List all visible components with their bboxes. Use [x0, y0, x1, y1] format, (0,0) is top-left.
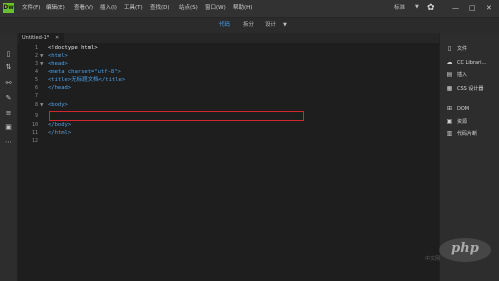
link-tool-icon[interactable]: ⚯ — [4, 79, 13, 88]
maximize-button[interactable]: □ — [469, 1, 476, 15]
line-number: 3 — [34, 61, 38, 67]
code-text: <body> — [48, 102, 68, 108]
watermark-subtext: 中文网 — [425, 256, 441, 262]
indent-tool-icon[interactable]: ≡ — [4, 109, 13, 118]
sort-tool-icon[interactable]: ⇅ — [4, 63, 13, 72]
menu-edit[interactable]: 编辑(E) — [46, 0, 65, 17]
menu-help[interactable]: 帮助(H) — [233, 0, 252, 17]
code-text: </body> — [48, 122, 72, 128]
brush-tool-icon[interactable]: ✎ — [4, 94, 13, 103]
panel-item-files[interactable]: ▯ 文件 — [440, 44, 499, 54]
menu-bar: Dw 文件(F) 编辑(E) 查看(V) 插入(I) 工具(T) 查找(D) 站… — [0, 0, 499, 18]
panel-item-assets[interactable]: ▣ 资源 — [440, 117, 499, 127]
close-window-button[interactable]: ✕ — [486, 1, 492, 15]
document-tab[interactable]: Untitled-1* ✕ — [19, 33, 64, 43]
mode-code-button[interactable]: 代码 — [219, 18, 230, 33]
panel-item-label: 资源 — [457, 119, 468, 125]
panel-item-dom[interactable]: ⊞ DOM — [440, 104, 499, 114]
chevron-down-icon[interactable]: ▼ — [415, 4, 419, 10]
panel-item-cc-libraries[interactable]: ☁ CC Librari... — [440, 58, 499, 68]
layout-selector[interactable]: 标准 — [394, 0, 405, 17]
more-tools-icon[interactable]: ⋯ — [4, 138, 13, 147]
panel-item-label: CSS 设计器 — [457, 86, 484, 92]
menu-file[interactable]: 文件(F) — [22, 0, 40, 17]
line-number: 2 — [34, 53, 38, 59]
code-text: <title>无标题文档</title> — [48, 77, 126, 83]
code-line: 4 <meta charset="utf-8"> — [18, 69, 439, 76]
code-text: </html> — [48, 130, 72, 136]
menu-find[interactable]: 查找(D) — [150, 0, 170, 17]
mode-split-button[interactable]: 拆分 — [243, 18, 254, 33]
line-number: 10 — [31, 122, 38, 128]
file-icon: ▯ — [447, 45, 452, 52]
code-line: 5 <title>无标题文档</title> — [18, 77, 439, 84]
line-number: 11 — [31, 130, 38, 136]
app-logo-icon: Dw — [3, 3, 14, 13]
panel-item-label: DOM — [457, 106, 470, 112]
assets-icon: ▣ — [446, 118, 453, 125]
minimize-button[interactable]: — — [452, 1, 459, 15]
code-text: <!doctype html> — [48, 45, 98, 51]
fold-arrow-icon[interactable]: ▼ — [40, 53, 43, 60]
fold-arrow-icon[interactable]: ▼ — [40, 61, 43, 68]
code-text: <html> — [48, 53, 68, 59]
code-line: 7 — [18, 93, 439, 100]
close-icon[interactable]: ✕ — [55, 33, 59, 43]
document-tab-bar: Untitled-1* ✕ — [18, 33, 439, 43]
format-tool-icon[interactable]: ▣ — [4, 123, 13, 132]
line-number: 9 — [34, 113, 38, 119]
mode-design-button[interactable]: 设计 — [265, 18, 276, 33]
panel-item-snippets[interactable]: ▥ 代码片断 — [440, 129, 499, 139]
code-text: </head> — [48, 85, 72, 91]
css-designer-icon: ▦ — [446, 85, 453, 92]
insert-icon: ▤ — [446, 71, 453, 78]
panel-item-label: CC Librari... — [457, 60, 487, 66]
panel-item-insert[interactable]: ▤ 插入 — [440, 70, 499, 80]
panel-item-label: 文件 — [457, 46, 468, 52]
code-line: 11 </html> — [18, 130, 439, 137]
code-line: 1 <!doctype html> — [18, 45, 439, 52]
code-editor[interactable]: 1 <!doctype html> 2 ▼ <html> 3 ▼ <head> … — [18, 43, 439, 281]
code-text: <meta charset="utf-8"> — [48, 69, 121, 75]
document-tab-label: Untitled-1* — [22, 35, 50, 41]
menu-view[interactable]: 查看(V) — [74, 0, 93, 17]
menu-window[interactable]: 窗口(W) — [205, 0, 226, 17]
line-number: 4 — [34, 69, 38, 75]
code-line: 12 — [18, 138, 439, 145]
gear-icon[interactable]: ✿ — [427, 2, 435, 14]
design-dropdown-icon[interactable]: ▼ — [283, 22, 287, 28]
code-line: 8 ▼ <body> — [18, 102, 439, 109]
menu-tools[interactable]: 工具(T) — [124, 0, 143, 17]
highlight-box — [49, 111, 304, 121]
cloud-library-icon: ☁ — [446, 59, 453, 66]
code-text: <head> — [48, 61, 68, 67]
code-line: 10 </body> — [18, 122, 439, 129]
panel-item-label: 插入 — [457, 72, 468, 78]
line-number: 1 — [34, 45, 38, 51]
menu-insert[interactable]: 插入(I) — [100, 0, 117, 17]
fold-arrow-icon[interactable]: ▼ — [40, 102, 43, 109]
line-number: 5 — [34, 77, 38, 83]
code-line: 3 ▼ <head> — [18, 61, 439, 68]
view-mode-bar: 代码 拆分 设计 ▼ — [0, 18, 499, 33]
dom-icon: ⊞ — [446, 105, 453, 112]
line-number: 12 — [31, 138, 38, 144]
panel-item-css-designer[interactable]: ▦ CSS 设计器 — [440, 84, 499, 94]
line-number: 7 — [34, 93, 38, 99]
panel-item-label: 代码片断 — [457, 131, 478, 137]
line-number: 8 — [34, 102, 38, 108]
line-number: 6 — [34, 85, 38, 91]
left-toolbar: ▯ ⇅ ⚯ ✎ ≡ ▣ ⋯ — [0, 33, 18, 281]
code-line: 6 </head> — [18, 85, 439, 92]
code-line: 2 ▼ <html> — [18, 53, 439, 60]
file-tool-icon[interactable]: ▯ — [4, 50, 13, 59]
watermark-text: php — [451, 241, 479, 256]
menu-site[interactable]: 站点(S) — [179, 0, 198, 17]
snippets-icon: ▥ — [446, 130, 453, 137]
php-watermark-logo: php — [435, 236, 495, 266]
